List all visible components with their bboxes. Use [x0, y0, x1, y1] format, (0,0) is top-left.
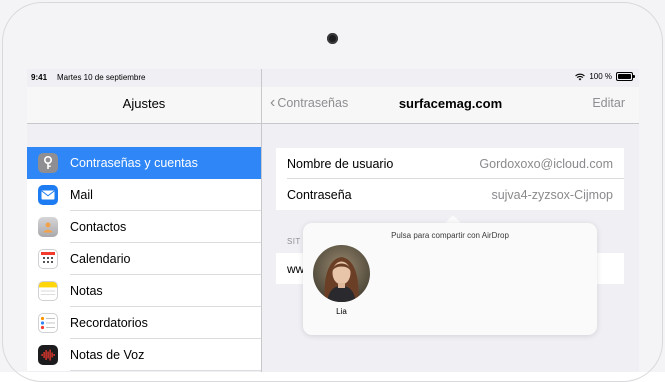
contacts-icon	[38, 217, 58, 237]
settings-item-calendar[interactable]: Calendario	[27, 243, 261, 275]
websites-section-header: SIT	[287, 237, 301, 246]
popover-arrow	[445, 215, 461, 223]
settings-item-label: Contraseñas y cuentas	[70, 156, 198, 170]
password-label: Contraseña	[287, 187, 352, 202]
settings-item-label: Recordatorios	[70, 316, 148, 330]
settings-item-label: Calendario	[70, 252, 131, 266]
master-nav-bar: Ajustes	[27, 87, 261, 124]
key-icon	[38, 153, 58, 173]
calendar-icon	[38, 249, 58, 269]
status-bar: 9:41 Martes 10 de septiembre 100 %	[27, 69, 639, 87]
settings-item-contacts[interactable]: Contactos	[27, 211, 261, 243]
airdrop-popover: Pulsa para compartir con AirDrop Lia	[303, 223, 597, 335]
detail-nav-bar: ‹ Contraseñas surfacemag.com Editar	[262, 87, 639, 124]
contact-name: Lia	[336, 307, 347, 316]
battery-percentage: 100 %	[589, 72, 612, 81]
battery-icon	[616, 72, 635, 81]
wifi-icon	[575, 73, 586, 80]
notes-icon	[38, 281, 58, 301]
status-time: 9:41	[31, 73, 48, 82]
row-divider	[70, 370, 261, 371]
settings-master-pane: Ajustes Contraseñas y cuentas Mail Conta…	[27, 69, 262, 372]
settings-item-notes[interactable]: Notas	[27, 275, 261, 307]
credentials-group: Nombre de usuario Gordoxoxo@icloud.com C…	[276, 148, 624, 210]
settings-item-mail[interactable]: Mail	[27, 179, 261, 211]
reminders-icon	[38, 313, 58, 333]
password-row[interactable]: Contraseña sujva4-zyzsox-Cijmop	[276, 179, 624, 210]
status-date: Martes 10 de septiembre	[57, 73, 146, 82]
ipad-screen: Ajustes Contraseñas y cuentas Mail Conta…	[27, 69, 639, 372]
front-camera	[327, 33, 338, 44]
settings-item-label: Notas	[70, 284, 103, 298]
settings-item-reminders[interactable]: Recordatorios	[27, 307, 261, 339]
voice-memos-icon	[38, 345, 58, 365]
password-value: sujva4-zyzsox-Cijmop	[491, 187, 613, 202]
settings-item-label: Notas de Voz	[70, 348, 145, 362]
settings-item-voice-memos[interactable]: Notas de Voz	[27, 339, 261, 371]
settings-list: Contraseñas y cuentas Mail Contactos Cal…	[27, 147, 261, 371]
settings-item-label: Contactos	[70, 220, 127, 234]
username-row[interactable]: Nombre de usuario Gordoxoxo@icloud.com	[276, 148, 624, 179]
username-value: Gordoxoxo@icloud.com	[479, 156, 613, 171]
edit-button[interactable]: Editar	[592, 96, 625, 110]
airdrop-title: Pulsa para compartir con AirDrop	[391, 231, 509, 240]
detail-title: surfacemag.com	[398, 96, 503, 111]
password-detail-pane: ‹ Contraseñas surfacemag.com Editar Nomb…	[262, 69, 639, 372]
contact-avatar[interactable]	[313, 245, 370, 302]
mail-icon	[38, 185, 58, 205]
master-title: Ajustes	[122, 96, 166, 111]
username-label: Nombre de usuario	[287, 156, 394, 171]
status-right-group: 100 %	[575, 72, 635, 81]
settings-item-passwords-accounts[interactable]: Contraseñas y cuentas	[27, 147, 261, 179]
settings-item-label: Mail	[70, 188, 93, 202]
website-text: ww	[287, 262, 305, 276]
